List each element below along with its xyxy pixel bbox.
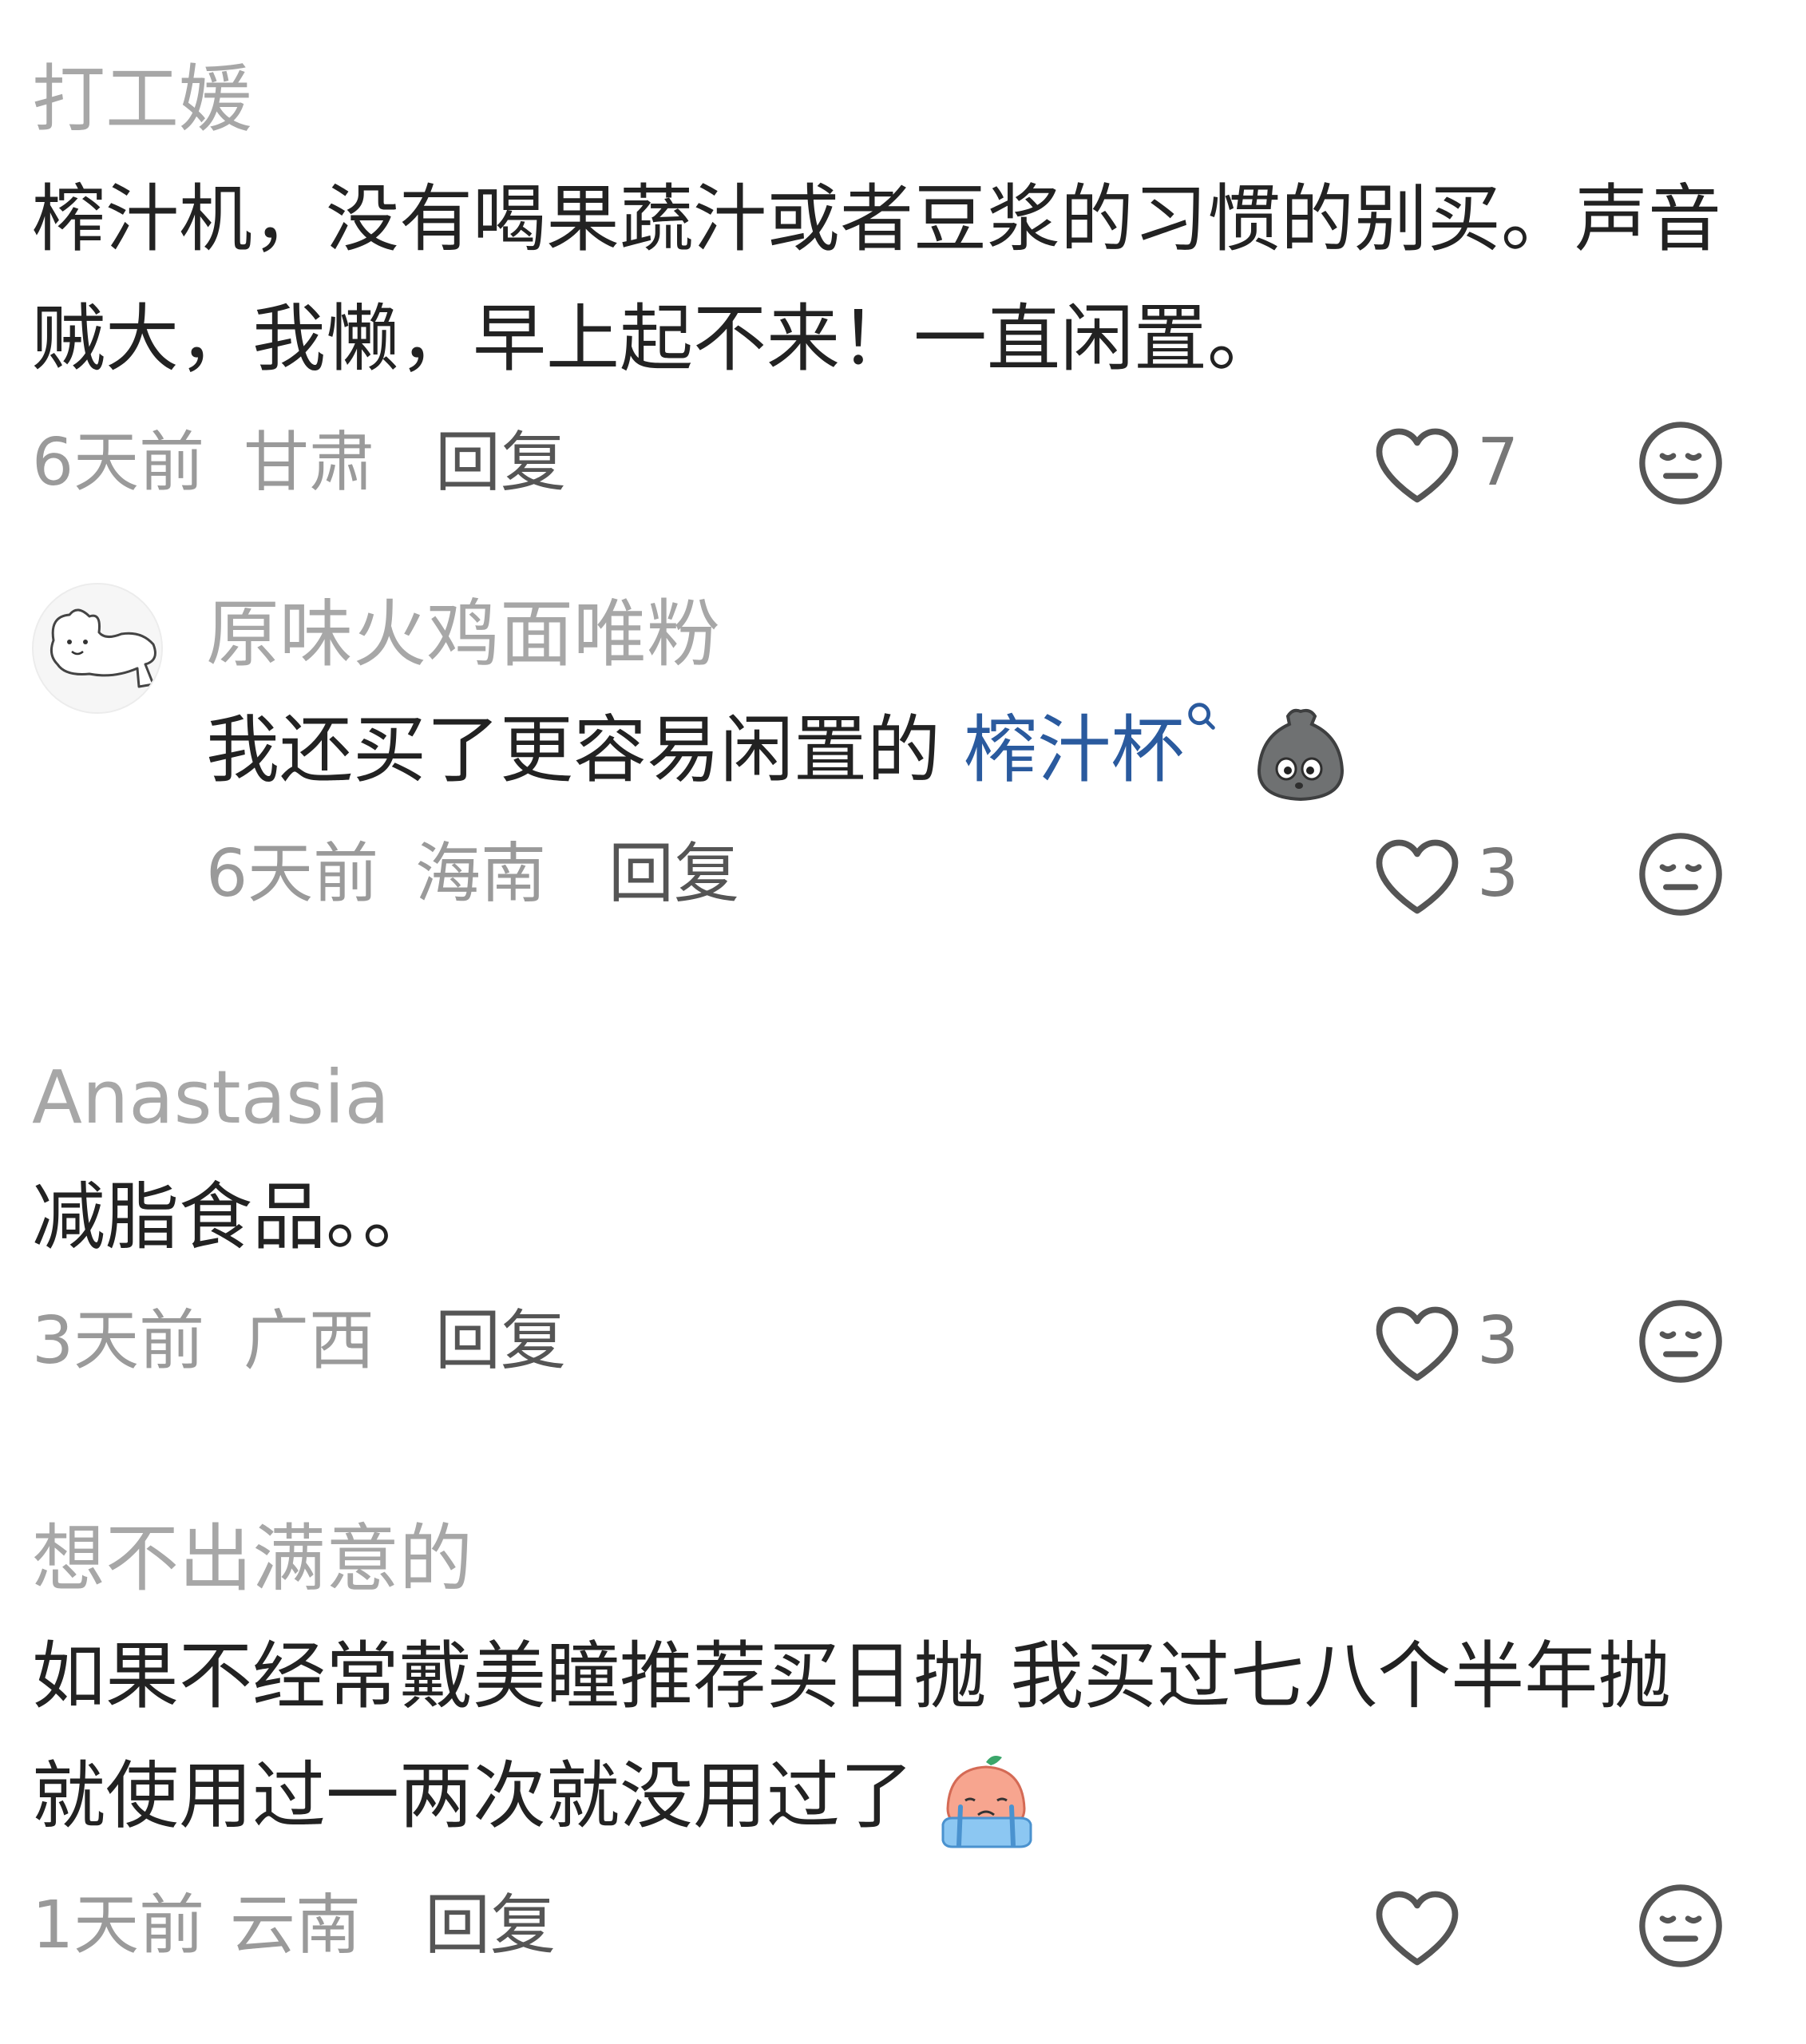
like-count: 3: [1477, 1303, 1519, 1379]
like-count: 7: [1477, 425, 1519, 501]
comment-location: 云南: [230, 1888, 362, 1963]
heart-outline-icon: [1376, 1306, 1459, 1381]
dislike-button[interactable]: [1637, 1297, 1725, 1385]
comment-text-part: 如果不经常戴美瞳推荐买日抛 我买过七八个半年抛就使用过一两次就没用过了: [32, 1634, 1672, 1839]
heart-outline-icon: [1376, 839, 1459, 914]
search-keyword-text: 榨汁杯: [964, 707, 1185, 793]
comment-meta: 1天前 云南 回复: [0, 1882, 1806, 1970]
comment-username[interactable]: 原味火鸡面唯粉: [206, 591, 720, 679]
comment-text: 我还买了更容易闲置的 榨汁杯: [206, 691, 1763, 810]
avatar[interactable]: [32, 583, 163, 714]
meh-face-icon: [1639, 422, 1722, 505]
comment-meta: 6天前 甘肃 回复 7: [0, 419, 1806, 507]
comment-time: 6天前: [206, 836, 379, 912]
comment-time: 3天前: [32, 1303, 205, 1379]
dislike-button[interactable]: [1637, 830, 1725, 918]
comment-time: 6天前: [32, 425, 205, 501]
comment-meta: 3天前 广西 回复 3: [0, 1297, 1806, 1385]
search-small-icon: [1188, 703, 1216, 730]
crying-peach-emoji-icon: [941, 1756, 1032, 1848]
heart-outline-icon: [1376, 428, 1459, 503]
heart-outline-icon: [1376, 1891, 1459, 1966]
comment-text: 减脂食品。。: [32, 1175, 437, 1260]
comment-text: 榨汁机，没有喝果蔬汁或者豆浆的习惯的别买。声音贼大，我懒，早上起不来！一直闲置。: [32, 176, 1722, 382]
meh-face-icon: [1639, 1884, 1722, 1967]
comment-location: 广西: [244, 1303, 375, 1379]
reply-button[interactable]: 回复: [425, 1882, 556, 1970]
meh-face-icon: [1639, 833, 1722, 916]
dislike-button[interactable]: [1637, 1882, 1725, 1970]
comment-text: 如果不经常戴美瞳推荐买日抛 我买过七八个半年抛就使用过一两次就没用过了: [32, 1617, 1725, 1856]
sketch-animal-avatar-icon: [34, 584, 161, 712]
comment-time: 1天前: [32, 1888, 205, 1963]
comment-text-part: 我还买了更容易闲置的: [206, 707, 964, 793]
comment-location: 甘肃: [244, 425, 375, 501]
comment-username[interactable]: Anastasia: [32, 1054, 390, 1142]
grey-blob-emoji-icon: [1257, 708, 1344, 802]
reply-button[interactable]: 回复: [608, 830, 739, 918]
reply-button[interactable]: 回复: [435, 419, 566, 507]
like-count: 3: [1477, 836, 1519, 912]
comment-username[interactable]: 打工媛: [32, 56, 252, 144]
comment-location: 海南: [415, 836, 547, 912]
reply-button[interactable]: 回复: [435, 1297, 566, 1385]
search-keyword-link[interactable]: 榨汁杯: [964, 703, 1221, 793]
comment-username[interactable]: 想不出满意的: [32, 1515, 473, 1603]
comment-meta: 6天前 海南 回复 3: [0, 830, 1806, 918]
dislike-button[interactable]: [1637, 419, 1725, 507]
meh-face-icon: [1639, 1300, 1722, 1383]
